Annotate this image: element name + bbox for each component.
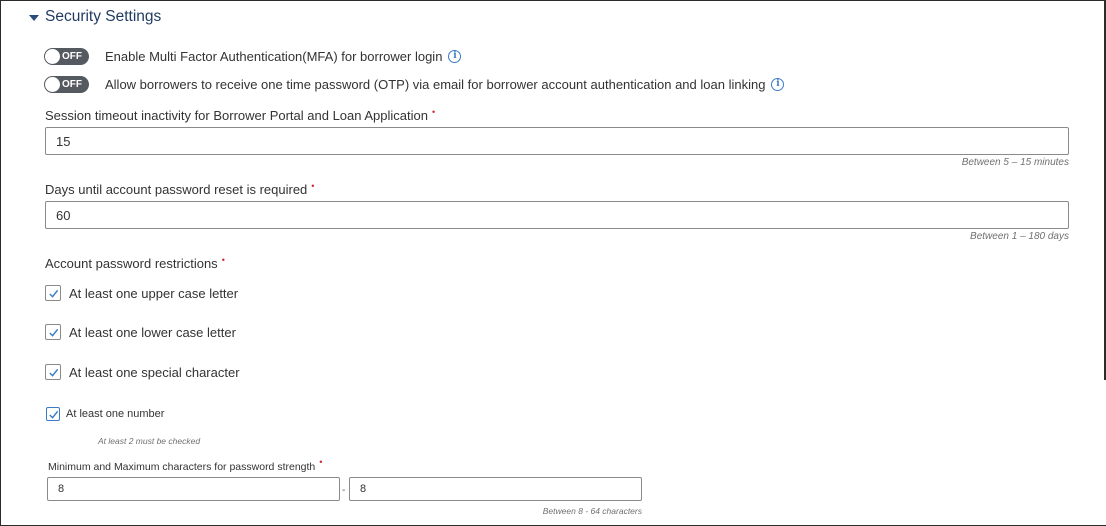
session-timeout-label: Session timeout inactivity for Borrower …	[45, 107, 436, 123]
password-length-hint: Between 8 - 64 characters	[542, 506, 642, 516]
toggle-knob	[45, 48, 60, 64]
restriction-label: At least one special character	[69, 364, 240, 380]
password-reset-hint: Between 1 – 180 days	[970, 231, 1069, 242]
info-icon[interactable]: i	[448, 49, 462, 63]
mfa-toggle-label: Enable Multi Factor Authentication(MFA) …	[105, 48, 443, 64]
mfa-toggle-row: OFF Enable Multi Factor Authentication(M…	[44, 47, 462, 65]
section-header[interactable]: Security Settings	[29, 7, 161, 27]
required-marker: •	[431, 107, 436, 117]
toggle-knob	[45, 76, 60, 92]
restriction-special-character[interactable]: At least one special character	[45, 364, 240, 380]
toggle-state-text: OFF	[62, 78, 82, 90]
restriction-lowercase[interactable]: At least one lower case letter	[45, 324, 236, 340]
password-reset-input[interactable]	[45, 201, 1069, 229]
restrictions-hint: At least 2 must be checked	[98, 436, 201, 446]
password-max-input[interactable]	[349, 477, 642, 501]
restrictions-label-text: Account password restrictions	[45, 256, 218, 271]
session-timeout-label-text: Session timeout inactivity for Borrower …	[45, 108, 428, 123]
info-icon[interactable]: i	[771, 77, 785, 91]
range-separator: -	[342, 485, 346, 496]
checkbox[interactable]	[45, 364, 61, 380]
required-marker: •	[311, 181, 315, 191]
security-settings-panel: Security Settings OFF Enable Multi Facto…	[0, 0, 1106, 526]
password-length-label: Minimum and Maximum characters for passw…	[48, 457, 322, 473]
checkbox[interactable]	[45, 324, 61, 340]
session-timeout-input[interactable]	[45, 127, 1069, 155]
toggle-state-text: OFF	[62, 50, 82, 62]
password-length-label-text: Minimum and Maximum characters for passw…	[48, 461, 316, 473]
required-marker: •	[221, 255, 225, 265]
session-timeout-hint: Between 5 – 15 minutes	[961, 157, 1069, 168]
mfa-toggle[interactable]: OFF	[44, 47, 89, 65]
restriction-label: At least one number	[66, 408, 165, 420]
restriction-uppercase[interactable]: At least one upper case letter	[45, 285, 238, 301]
restriction-label: At least one upper case letter	[69, 285, 239, 301]
restriction-label: At least one lower case letter	[69, 324, 236, 340]
checkmark-icon	[48, 410, 58, 419]
caret-down-icon[interactable]	[29, 14, 39, 21]
otp-toggle[interactable]: OFF	[44, 75, 89, 93]
restriction-number[interactable]: At least one number	[46, 407, 164, 421]
checkmark-icon	[48, 368, 58, 377]
required-marker: •	[319, 457, 323, 467]
restrictions-label: Account password restrictions •	[45, 255, 225, 271]
otp-toggle-row: OFF Allow borrowers to receive one time …	[44, 75, 785, 93]
password-reset-label-text: Days until account password reset is req…	[45, 182, 308, 197]
password-reset-label: Days until account password reset is req…	[45, 181, 315, 197]
otp-toggle-label: Allow borrowers to receive one time pass…	[105, 76, 766, 92]
checkbox[interactable]	[46, 407, 60, 421]
section-title: Security Settings	[45, 8, 162, 25]
checkbox[interactable]	[45, 285, 61, 301]
password-min-input[interactable]	[47, 477, 340, 501]
checkmark-icon	[48, 328, 58, 337]
checkmark-icon	[48, 289, 58, 298]
